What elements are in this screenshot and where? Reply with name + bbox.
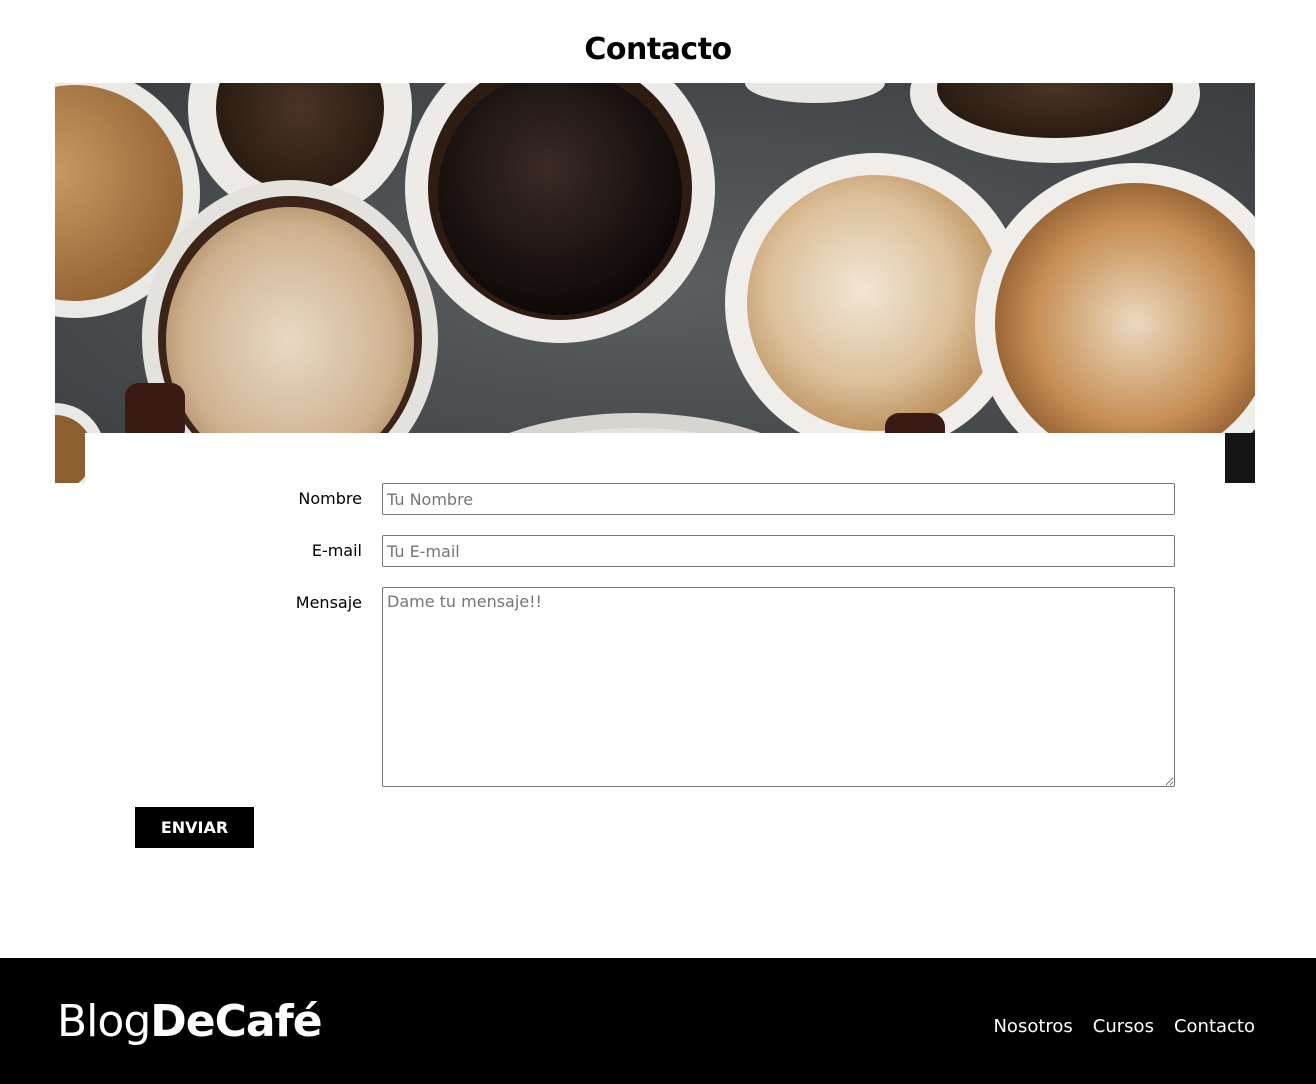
name-label: Nombre: [298, 489, 362, 508]
logo-bold-text: DeCafé: [150, 996, 322, 1047]
nav-link-nosotros[interactable]: Nosotros: [993, 1016, 1072, 1037]
footer: BlogDeCafé Nosotros Cursos Contacto: [0, 958, 1316, 1084]
page-title: Contacto: [584, 32, 732, 68]
name-field[interactable]: [382, 483, 1175, 515]
nav-link-contacto[interactable]: Contacto: [1174, 1016, 1255, 1037]
email-field[interactable]: [382, 535, 1175, 567]
coffee-cups-photo-icon: [55, 83, 1255, 483]
email-label: E-mail: [311, 541, 362, 560]
message-label: Mensaje: [295, 593, 362, 612]
submit-button[interactable]: Enviar: [135, 807, 254, 848]
nav-link-cursos[interactable]: Cursos: [1093, 1016, 1154, 1037]
logo[interactable]: BlogDeCafé: [57, 1000, 323, 1044]
logo-light-text: Blog: [57, 996, 151, 1047]
footer-nav: Nosotros Cursos Contacto: [993, 1016, 1255, 1037]
message-field[interactable]: [382, 587, 1175, 787]
hero-image: [55, 83, 1255, 483]
